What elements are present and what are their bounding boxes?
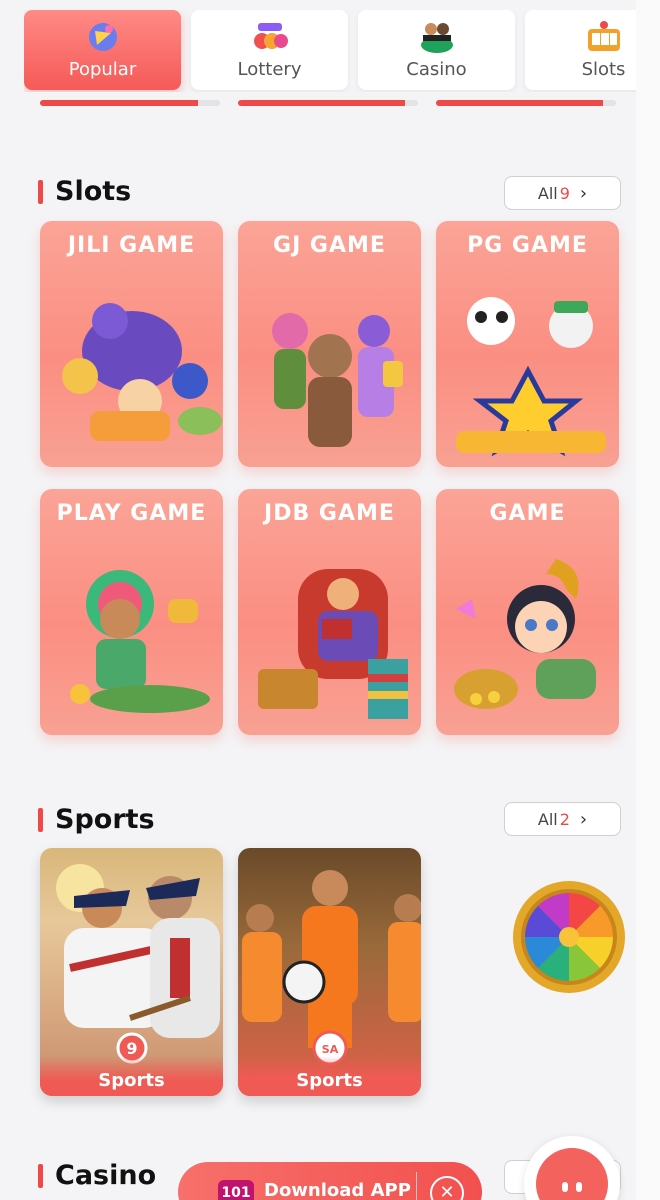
progress-fill [40,100,199,106]
download-label: Download APP [264,1180,411,1200]
tab-label: Popular [68,59,137,80]
tab-lottery[interactable]: Lottery [191,10,348,90]
sports-section-title: Sports [38,804,155,835]
slots-all-button[interactable]: All 9 › [504,176,621,210]
game-art [454,559,596,709]
page-edge [636,0,660,1200]
support-eye [562,1182,568,1192]
card-brand: JILI GAME [67,233,196,258]
progress-bar [40,100,220,106]
tab-label: Lottery [237,59,302,80]
game-art [62,303,222,441]
sports-card-baseball[interactable]: 9 Sports [40,848,223,1096]
customer-support-button[interactable] [524,1136,620,1200]
app-logo-icon: 101 [218,1180,254,1200]
game-art [272,313,403,447]
card-brand: JDB GAME [264,501,395,526]
casino-section-title: Casino [38,1160,156,1191]
section-marker [38,1163,43,1188]
tab-label: Casino [406,59,467,80]
tab-label: Slots [581,59,626,80]
all-count: 2 [559,809,570,829]
tab-casino[interactable]: Casino [358,10,515,90]
svg-text:SA: SA [322,1043,339,1056]
progress-bar [238,100,418,106]
card-brand: PLAY GAME [56,501,207,526]
card-brand: GAME [489,501,566,526]
support-eye [576,1182,582,1192]
card-brand: PG GAME [467,233,588,258]
game-art [258,569,408,719]
game-art [456,297,606,457]
sports-card-label: Sports [40,1056,223,1096]
download-app-banner[interactable]: 101 Download APP ✕ [178,1162,482,1200]
lottery-icon [250,19,290,55]
progress-fill [436,100,604,106]
progress-fill [238,100,406,106]
support-icon [536,1148,608,1200]
all-label: All [537,809,558,829]
scroll-progress [40,100,620,108]
section-title-text: Casino [55,1160,157,1191]
popular-icon [83,19,123,55]
game-card-jdb[interactable]: JDB GAME [238,489,421,735]
all-label: All [537,183,558,203]
chevron-right-icon: › [579,182,588,204]
card-brand: GJ GAME [273,233,386,258]
slots-section-title: Slots [38,176,131,207]
sports-card-soccer[interactable]: SA Sports [238,848,421,1096]
section-marker [38,179,43,204]
progress-bar [436,100,616,106]
section-title-text: Sports [55,804,155,835]
game-card-pragmatic[interactable]: PLAY GAME [40,489,223,735]
lucky-wheel-icon[interactable] [512,880,627,995]
divider [416,1172,417,1200]
tab-popular[interactable]: Popular [24,10,181,90]
game-card-pg[interactable]: PG GAME [436,221,619,467]
game-card-gj[interactable]: GJ GAME [238,221,421,467]
section-marker [38,807,43,832]
close-icon[interactable]: ✕ [430,1176,464,1200]
game-card-jili[interactable]: JILI GAME [40,221,223,467]
sports-all-button[interactable]: All 2 › [504,802,621,836]
section-title-text: Slots [55,176,132,207]
chevron-right-icon: › [579,808,588,830]
casino-icon [417,19,457,55]
tab-slots[interactable]: Slots [525,10,636,90]
category-tabs: Popular Lottery Casino Slots [24,10,636,92]
slots-icon [584,19,624,55]
game-art [70,570,210,713]
sports-card-label: Sports [238,1056,421,1096]
game-card-microgaming[interactable]: GAME [436,489,619,735]
all-count: 9 [559,183,570,203]
